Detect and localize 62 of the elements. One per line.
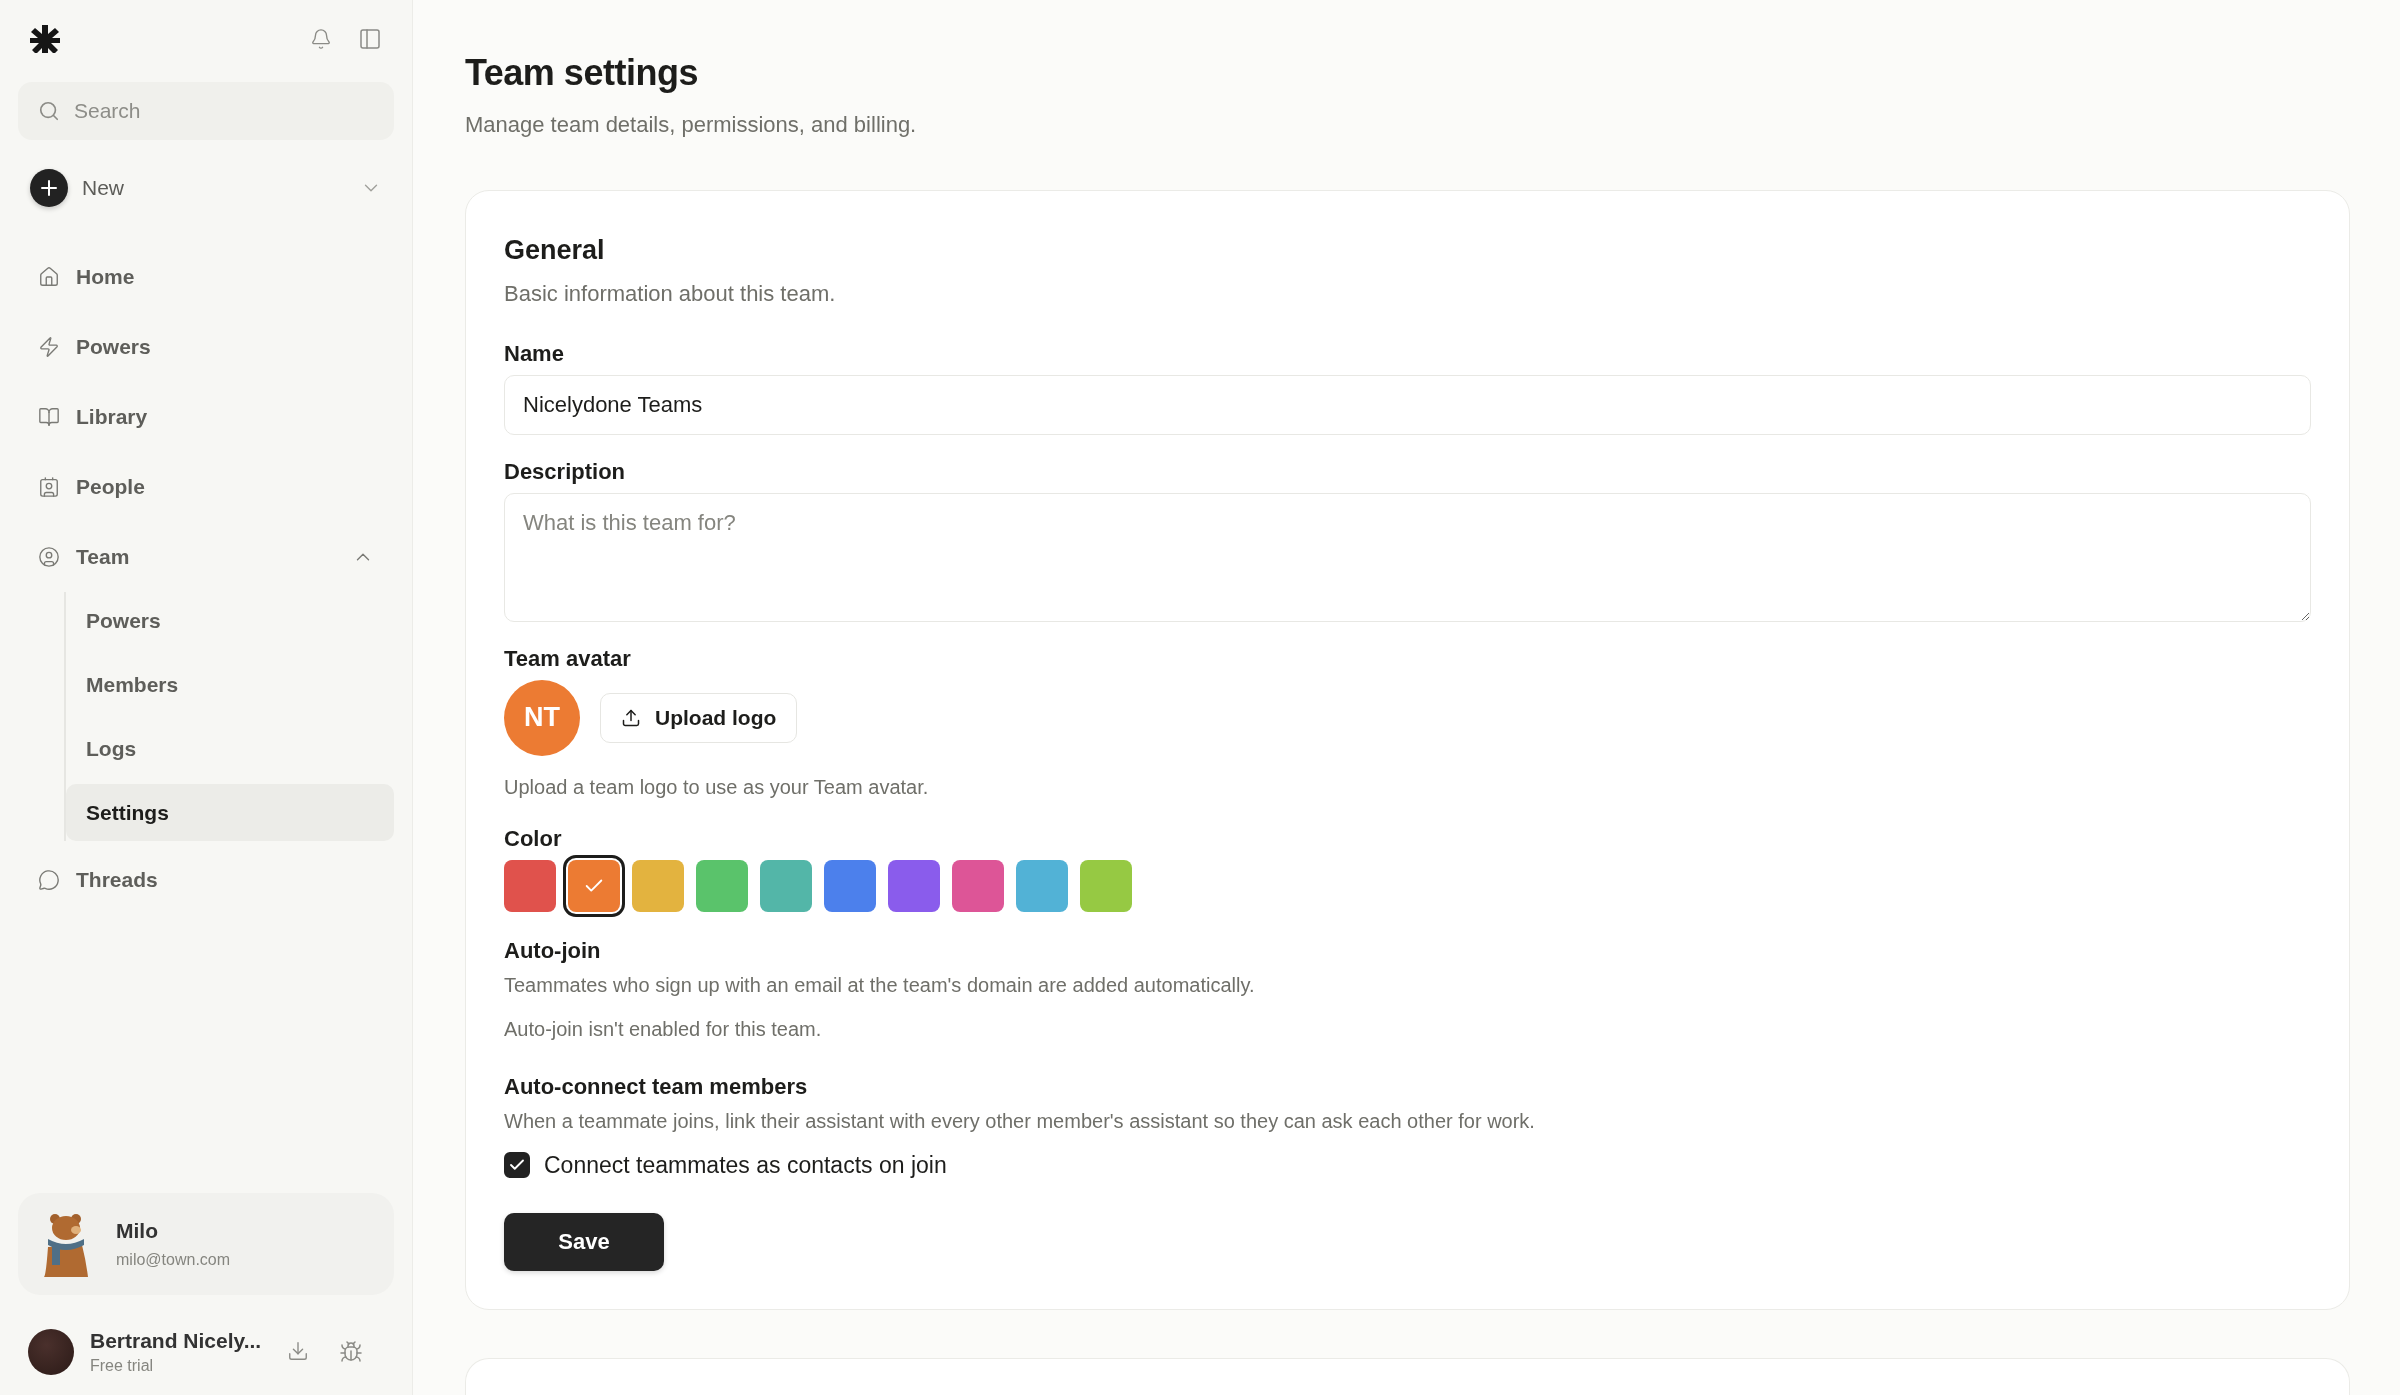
plus-icon xyxy=(30,169,68,207)
field-label: Name xyxy=(504,340,565,367)
section-title: General xyxy=(504,235,606,266)
status-text: Auto-join isn't enabled for this team. xyxy=(504,1016,823,1042)
checkbox[interactable] xyxy=(504,1152,530,1179)
nav-subitem[interactable]: Logs xyxy=(66,720,394,777)
description-text-area[interactable]: What is this team for? xyxy=(504,492,2311,622)
color-swatch[interactable] xyxy=(824,859,876,912)
color-swatch[interactable] xyxy=(632,859,684,912)
new-button[interactable]: New xyxy=(18,160,394,216)
search-field[interactable]: Search xyxy=(18,82,394,140)
color-swatch[interactable] xyxy=(888,859,940,912)
help-text: Upload a team logo to use as your Team avatar. xyxy=(504,774,930,800)
download-icon[interactable] xyxy=(287,1340,310,1362)
nav-subitem[interactable]: Settings xyxy=(66,784,394,841)
setting-description: Teammates who sign up with an email at the team's domain are added automatically. xyxy=(504,972,1256,998)
color-swatch[interactable] xyxy=(1080,859,1132,912)
user-avatar[interactable] xyxy=(28,1329,74,1375)
color-swatch[interactable] xyxy=(696,859,748,912)
checkbox-label: Connect teammates as contacts on join xyxy=(544,1151,947,1179)
notifications-bell-icon[interactable] xyxy=(310,28,332,50)
user-circle-icon xyxy=(38,546,60,568)
upload-icon xyxy=(621,707,641,728)
setting-description: When a teammate joins, link their assistant with every other member's assistant so they can ask each other for work. xyxy=(504,1108,1536,1134)
color-swatch[interactable] xyxy=(1016,859,1068,912)
color-swatch[interactable] xyxy=(760,859,812,912)
nav-item[interactable]: People xyxy=(18,452,394,522)
nav-item[interactable]: Home xyxy=(18,242,394,312)
section-description: Basic information about this team. xyxy=(504,280,837,308)
sidebar-toggle-icon[interactable] xyxy=(358,27,382,51)
chat-bubble-icon xyxy=(38,869,60,891)
lightning-icon xyxy=(38,336,60,358)
field-label: Description xyxy=(504,458,627,485)
upload-logo-button[interactable]: Upload logo xyxy=(600,692,798,743)
bug-icon[interactable] xyxy=(339,1340,364,1364)
nav-item[interactable]: Threads xyxy=(18,845,394,915)
assistant-email: milo@town.com xyxy=(116,1251,231,1269)
name-input-field[interactable]: Nicelydone Teams xyxy=(504,374,2311,435)
assistant-card[interactable]: Milo milo@town.com xyxy=(18,1193,394,1295)
user-plan: Free trial xyxy=(90,1357,155,1375)
nav-subitem[interactable]: Members xyxy=(66,656,394,713)
user-name: Bertrand Nicely... xyxy=(90,1329,262,1353)
setting-title: Auto-connect team members xyxy=(504,1073,809,1100)
contact-card-icon xyxy=(38,476,60,498)
color-swatch[interactable] xyxy=(952,859,1004,912)
page-subtitle: Manage team details, permissions, and billing. xyxy=(465,112,918,138)
nav-item[interactable]: Library xyxy=(18,382,394,452)
page-title: Team settings xyxy=(465,52,699,94)
setting-title: Auto-join xyxy=(504,937,602,964)
field-label: Team avatar xyxy=(504,645,632,672)
team-avatar: NT xyxy=(504,679,580,756)
search-icon xyxy=(38,100,60,122)
nav-item[interactable]: Powers xyxy=(18,312,394,382)
color-swatch[interactable] xyxy=(504,859,556,912)
assistant-name: Milo xyxy=(116,1219,159,1243)
nav-item[interactable]: Team xyxy=(18,522,394,592)
save-button[interactable]: Save xyxy=(504,1212,664,1271)
logo-icon xyxy=(30,25,60,53)
field-label: Color xyxy=(504,825,563,852)
book-icon xyxy=(38,406,60,428)
home-icon xyxy=(38,266,60,288)
nav-subitem[interactable]: Powers xyxy=(66,592,394,649)
